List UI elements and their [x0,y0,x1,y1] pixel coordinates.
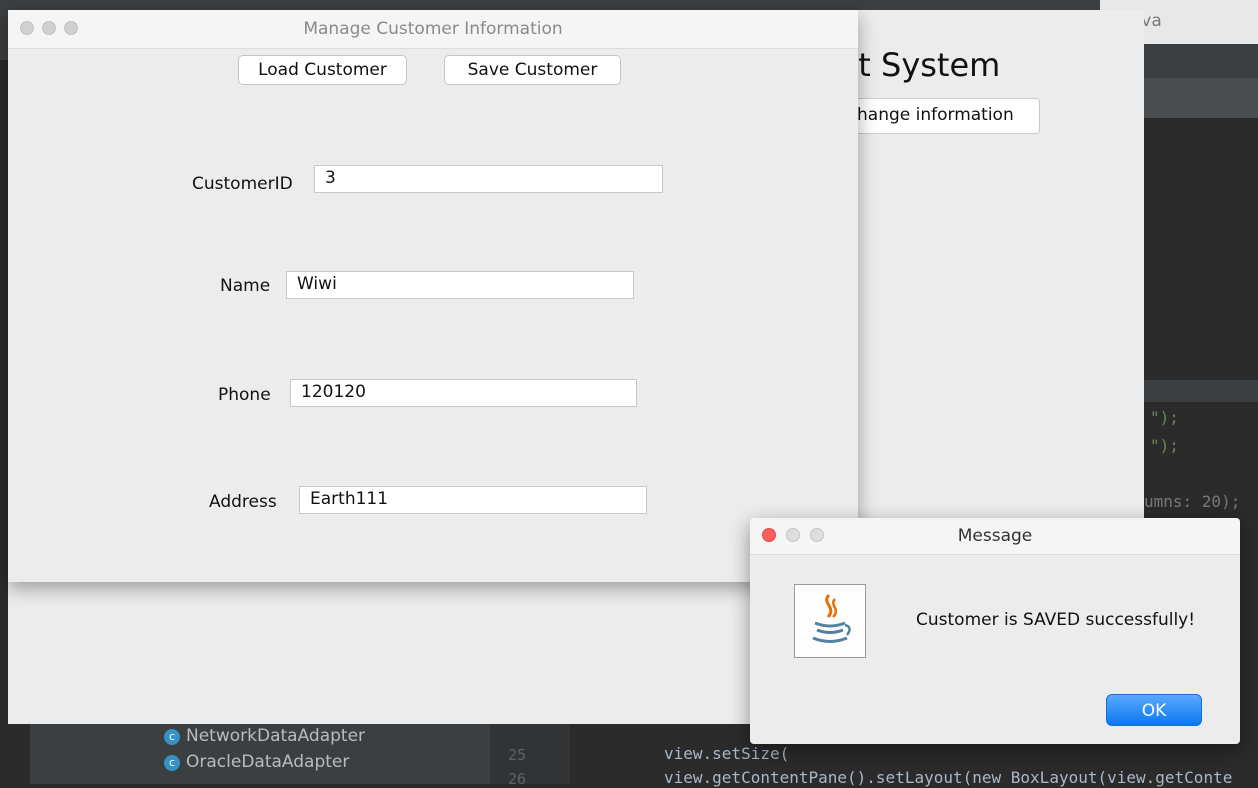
ok-button[interactable]: OK [1106,694,1202,726]
save-customer-button[interactable]: Save Customer [444,55,621,85]
line-number: 25 [508,746,527,764]
phone-field[interactable]: 120120 [290,379,637,407]
customerid-field[interactable]: 3 [314,165,663,193]
customer-window-titlebar[interactable]: Manage Customer Information [8,10,858,49]
message-dialog: Message Customer is SAVED successfully! … [750,518,1240,744]
message-dialog-title: Message [957,526,1033,546]
project-item[interactable]: c OracleDataAdapter [164,752,349,772]
main-window-title: nt System [838,46,1001,84]
address-label: Address [209,492,277,512]
change-information-button[interactable]: hange information [828,98,1040,134]
address-field[interactable]: Earth111 [299,486,647,514]
project-item[interactable]: c NetworkDataAdapter [164,726,365,746]
message-text: Customer is SAVED successfully! [916,610,1196,630]
code-line: "); [1150,408,1179,427]
line-number: 26 [508,770,527,788]
customerid-label: CustomerID [192,174,293,194]
code-line: umns: 20); [1144,492,1241,511]
java-coffee-icon [794,584,866,658]
class-icon: c [164,754,180,771]
code-line: "); [1150,436,1179,455]
code-line: view.setSize( [664,744,790,763]
window-title: Manage Customer Information [303,19,563,39]
load-customer-button[interactable]: Load Customer [238,55,407,85]
customer-window: Manage Customer Information Load Custome… [8,10,858,582]
class-icon: c [164,728,180,745]
phone-label: Phone [218,385,271,405]
message-dialog-titlebar[interactable]: Message [750,518,1240,555]
line-gutter [490,724,570,784]
code-line: view.getContentPane().setLayout(new BoxL… [664,768,1233,787]
main-window-lower-area [8,582,798,724]
name-label: Name [220,276,271,296]
name-field[interactable]: Wiwi [286,271,634,299]
